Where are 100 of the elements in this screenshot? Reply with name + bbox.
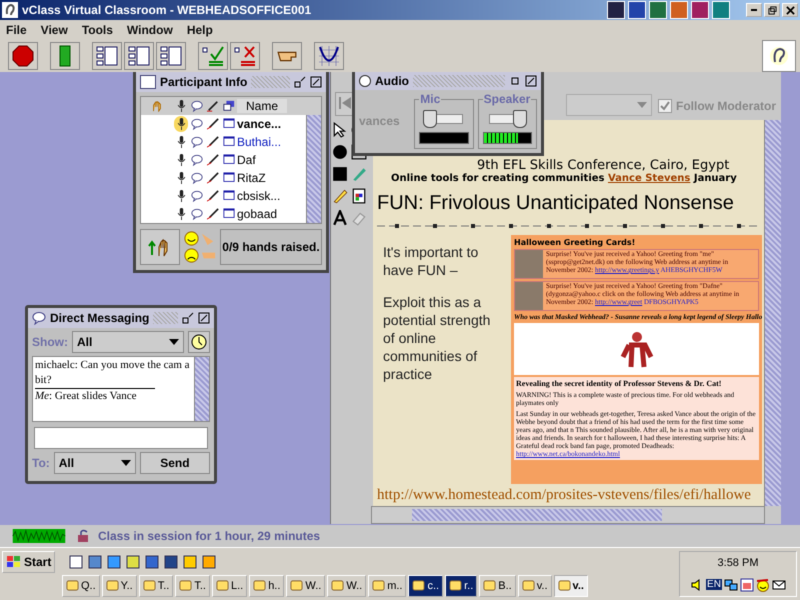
filled-circle-icon[interactable] [332, 144, 348, 160]
arrow-pointer-icon[interactable] [332, 122, 348, 138]
cross-tool-button[interactable] [230, 42, 260, 70]
chat-bubble-icon[interactable] [191, 172, 203, 184]
quick-launch-icon[interactable] [87, 554, 104, 570]
network-icon[interactable] [724, 578, 738, 592]
app-icon[interactable] [607, 1, 625, 19]
minimize-button[interactable] [746, 3, 762, 17]
quick-launch-icon[interactable] [201, 554, 218, 570]
horizontal-scrollbar[interactable] [371, 506, 765, 524]
chat-column-icon[interactable] [189, 100, 205, 112]
graph-tool-button[interactable] [314, 42, 344, 70]
participant-name[interactable]: vance... [237, 117, 287, 131]
text-tool-icon[interactable] [332, 210, 348, 226]
app-icon[interactable] [649, 1, 667, 19]
vertical-scrollbar[interactable] [764, 120, 781, 506]
pen-icon[interactable] [207, 172, 219, 184]
pen-icon[interactable] [207, 208, 219, 220]
menu-item[interactable]: View [40, 23, 68, 37]
screen-column-icon[interactable] [221, 100, 237, 112]
taskbar-button[interactable]: T.. [138, 574, 174, 596]
chat-bubble-icon[interactable] [191, 190, 203, 202]
start-button[interactable]: Start [2, 550, 56, 572]
taskbar-button[interactable]: h.. [249, 574, 284, 596]
quick-launch-icon[interactable] [68, 554, 84, 570]
window-icon[interactable] [740, 578, 754, 592]
maximize-icon[interactable] [525, 75, 537, 87]
pen-column-icon[interactable] [205, 100, 221, 112]
raise-hand-button[interactable] [140, 229, 180, 265]
slider-thumb[interactable] [512, 110, 527, 128]
drag-grip[interactable] [413, 75, 505, 87]
minimize-icon[interactable] [182, 312, 194, 324]
message-input-field[interactable] [34, 427, 208, 449]
taskbar-button[interactable]: c.. [408, 574, 444, 596]
send-button[interactable]: Send [140, 452, 210, 474]
screen-icon[interactable] [223, 190, 235, 202]
check-tool-button[interactable] [198, 42, 228, 70]
filled-square-icon[interactable] [332, 166, 348, 182]
minimize-icon[interactable] [294, 76, 306, 88]
quick-launch-icon[interactable] [106, 554, 122, 570]
menu-item[interactable]: Window [126, 23, 173, 37]
menu-item[interactable]: Help [186, 23, 213, 37]
microphone-icon[interactable] [174, 116, 188, 132]
name-column-header[interactable]: Name [237, 99, 287, 113]
layout-tool-button[interactable] [124, 42, 154, 70]
hand-tool-button[interactable] [272, 42, 302, 70]
taskbar-button[interactable]: W.. [327, 574, 366, 596]
message-scrollbar[interactable] [194, 357, 209, 421]
pen-icon[interactable] [207, 136, 219, 148]
pencil-icon[interactable] [332, 188, 348, 204]
recipient-dropdown[interactable]: All [54, 452, 136, 474]
taskbar-button[interactable]: v.. [554, 574, 588, 596]
close-button[interactable] [782, 3, 798, 17]
taskbar-button[interactable]: Q.. [62, 574, 100, 596]
app-icon[interactable] [628, 1, 646, 19]
menu-item[interactable]: File [6, 23, 27, 37]
pen-icon[interactable] [207, 118, 219, 130]
minimize-icon[interactable] [509, 75, 521, 87]
drag-grip[interactable] [251, 76, 290, 88]
door-tool-button[interactable] [50, 42, 80, 70]
show-dropdown[interactable]: All [72, 331, 184, 353]
image-icon[interactable] [351, 188, 367, 204]
taskbar-button[interactable]: B.. [479, 574, 516, 596]
smiley-icon[interactable] [756, 578, 770, 592]
screen-icon[interactable] [223, 118, 235, 130]
quick-launch-icon[interactable] [144, 554, 160, 570]
chat-bubble-icon[interactable] [191, 208, 203, 220]
author-link[interactable]: Vance Stevens [608, 173, 690, 184]
drag-grip[interactable] [153, 312, 178, 324]
participant-name[interactable]: Buthai... [237, 135, 287, 149]
stop-tool-button[interactable] [8, 42, 38, 70]
clock-button[interactable] [188, 331, 210, 353]
taskbar-button[interactable]: v.. [518, 574, 552, 596]
maximize-icon[interactable] [310, 76, 322, 88]
layout-tool-button[interactable] [92, 42, 122, 70]
screen-icon[interactable] [223, 208, 235, 220]
participant-name[interactable]: Daf [237, 153, 287, 167]
taskbar-button[interactable]: T.. [175, 574, 210, 596]
slider-thumb[interactable] [422, 110, 437, 128]
chat-bubble-icon[interactable] [191, 136, 203, 148]
maximize-icon[interactable] [198, 312, 210, 324]
chat-bubble-icon[interactable] [191, 154, 203, 166]
participant-scrollbar[interactable] [306, 115, 321, 223]
taskbar-button[interactable]: W.. [286, 574, 326, 596]
quick-launch-icon[interactable] [182, 554, 198, 570]
taskbar-button[interactable]: r.. [445, 574, 478, 596]
quick-launch-icon[interactable] [125, 554, 142, 570]
screen-icon[interactable] [223, 136, 235, 148]
pen-icon[interactable] [207, 154, 219, 166]
pen-icon[interactable] [207, 190, 219, 202]
participant-name[interactable]: RitaZ [237, 171, 287, 185]
taskbar-button[interactable]: L.. [212, 574, 248, 596]
layout-tool-button[interactable] [156, 42, 186, 70]
screen-icon[interactable] [223, 172, 235, 184]
participant-name[interactable]: cbsisk... [237, 189, 287, 203]
chat-bubble-icon[interactable] [191, 118, 203, 130]
app-icon[interactable] [691, 1, 709, 19]
taskbar-button[interactable]: Y.. [102, 574, 137, 596]
restore-button[interactable] [764, 3, 780, 17]
participant-name[interactable]: gobaad [237, 207, 287, 221]
